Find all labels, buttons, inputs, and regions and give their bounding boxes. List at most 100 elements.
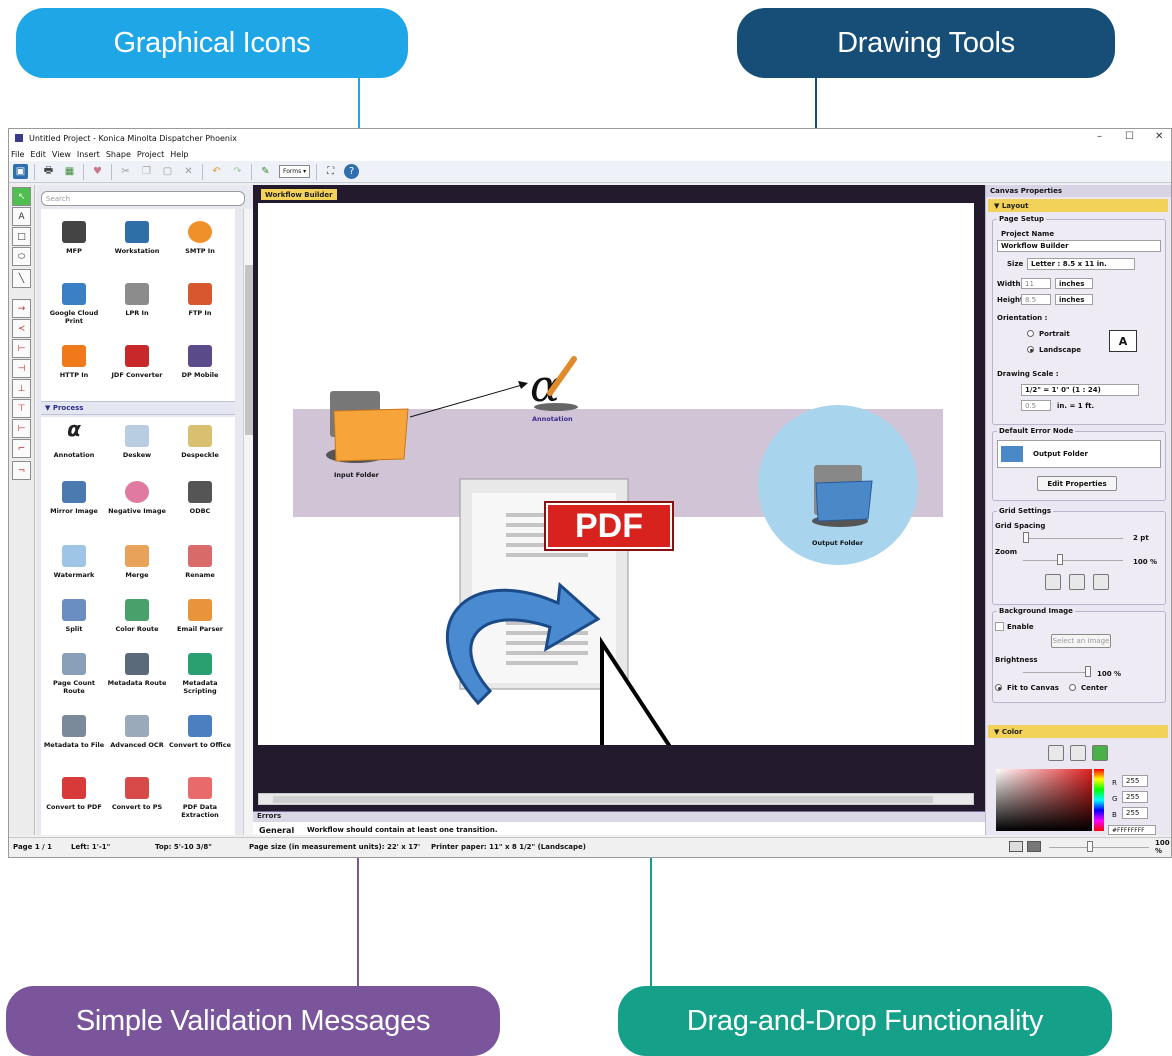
- export-icon[interactable]: ▦: [62, 164, 77, 179]
- line-color-icon[interactable]: [1070, 745, 1086, 761]
- elbow-connector-6-icon[interactable]: ⌐: [12, 439, 31, 458]
- maximize-button[interactable]: ☐: [1125, 131, 1134, 142]
- edit-form-icon[interactable]: ✎: [258, 164, 273, 179]
- error-row[interactable]: General Workflow should contain at least…: [253, 824, 985, 836]
- menu-help[interactable]: Help: [170, 150, 188, 159]
- canvas-horizontal-scrollbar[interactable]: [258, 793, 974, 805]
- size-select[interactable]: Letter : 8.5 x 11 in.: [1027, 258, 1135, 270]
- undo-icon[interactable]: ↶: [209, 164, 224, 179]
- color-picker[interactable]: [996, 769, 1092, 831]
- workflow-page[interactable]: α PDF Input Folder Annotation Output Fol…: [258, 203, 974, 745]
- show-grid-icon[interactable]: [1045, 574, 1061, 590]
- snap-grid-icon[interactable]: [1069, 574, 1085, 590]
- node-google-cloud-print[interactable]: Google Cloud Print: [43, 283, 105, 325]
- fit-screen-icon[interactable]: ⛶: [323, 164, 338, 179]
- menu-insert[interactable]: Insert: [77, 150, 100, 159]
- enable-checkbox[interactable]: [995, 622, 1004, 631]
- g-input[interactable]: 255: [1122, 791, 1148, 803]
- text-tool-icon[interactable]: A: [12, 207, 31, 226]
- palette-scroll-thumb[interactable]: [245, 265, 253, 435]
- hue-slider[interactable]: [1094, 769, 1104, 831]
- node-despeckle[interactable]: Despeckle: [169, 425, 231, 459]
- delete-icon[interactable]: ✕: [181, 164, 196, 179]
- arrow-tool-icon[interactable]: →: [12, 299, 31, 318]
- brightness-slider[interactable]: [1085, 666, 1091, 677]
- node-dp-mobile[interactable]: DP Mobile: [169, 345, 231, 379]
- close-button[interactable]: ✕: [1155, 131, 1163, 142]
- fit-to-canvas-radio[interactable]: [995, 684, 1002, 691]
- tab-workflow-builder[interactable]: Workflow Builder: [261, 189, 337, 200]
- node-workstation[interactable]: Workstation: [106, 221, 168, 255]
- select-image-button[interactable]: Select an Image: [1051, 634, 1111, 648]
- node-metadata-route[interactable]: Metadata Route: [106, 653, 168, 687]
- menu-view[interactable]: View: [52, 150, 71, 159]
- canvas-scroll-thumb[interactable]: [273, 796, 933, 803]
- node-odbc[interactable]: ODBC: [169, 481, 231, 515]
- node-mirror-image[interactable]: Mirror Image: [43, 481, 105, 515]
- node-http-in[interactable]: HTTP In: [43, 345, 105, 379]
- hex-color-input[interactable]: #FFFFFFFF: [1108, 825, 1156, 835]
- elbow-connector-icon[interactable]: ⊢: [12, 339, 31, 358]
- menu-shape[interactable]: Shape: [106, 150, 131, 159]
- project-name-input[interactable]: Workflow Builder: [997, 240, 1161, 252]
- menu-file[interactable]: File: [11, 150, 24, 159]
- node-merge[interactable]: Merge: [106, 545, 168, 579]
- node-smtp-in[interactable]: SMTP In: [169, 221, 231, 255]
- node-convert-to-ps[interactable]: Convert to PS: [106, 777, 168, 811]
- grid-view-icon[interactable]: [1009, 841, 1023, 852]
- elbow-connector-7-icon[interactable]: ¬: [12, 461, 31, 480]
- elbow-connector-3-icon[interactable]: ⊥: [12, 379, 31, 398]
- process-section-header[interactable]: ▼ Process: [41, 401, 235, 415]
- height-unit-select[interactable]: inches: [1055, 294, 1093, 305]
- ellipse-tool-icon[interactable]: ⬭: [12, 247, 31, 266]
- elbow-connector-4-icon[interactable]: ⊤: [12, 399, 31, 418]
- b-input[interactable]: 255: [1122, 807, 1148, 819]
- elbow-connector-5-icon[interactable]: ⊢: [12, 419, 31, 438]
- portrait-radio[interactable]: [1027, 330, 1034, 337]
- text-color-icon[interactable]: [1048, 745, 1064, 761]
- page-view-icon[interactable]: [1027, 841, 1041, 852]
- node-advanced-ocr[interactable]: Advanced OCR: [106, 715, 168, 749]
- node-metadata-to-file[interactable]: Metadata to File: [43, 715, 105, 749]
- menu-project[interactable]: Project: [137, 150, 164, 159]
- forms-dropdown[interactable]: Forms ▾: [279, 165, 311, 178]
- rectangle-tool-icon[interactable]: □: [12, 227, 31, 246]
- grid-spacing-slider[interactable]: [1023, 532, 1029, 543]
- copy-icon[interactable]: ❐: [139, 164, 154, 179]
- node-jdf-converter[interactable]: JDF Converter: [106, 345, 168, 379]
- status-zoom-slider[interactable]: [1087, 841, 1093, 852]
- node-split[interactable]: Split: [43, 599, 105, 633]
- connector-tool-icon[interactable]: ≺: [12, 319, 31, 338]
- drawing-scale-select[interactable]: 1/2" = 1' 0" (1 : 24): [1021, 384, 1139, 396]
- minimize-button[interactable]: –: [1097, 131, 1102, 142]
- node-email-parser[interactable]: Email Parser: [169, 599, 231, 633]
- scale-input[interactable]: 0.5: [1021, 400, 1051, 411]
- node-page-count-route[interactable]: Page Count Route: [43, 653, 105, 695]
- node-watermark[interactable]: Watermark: [43, 545, 105, 579]
- error-node-select[interactable]: Output Folder: [997, 440, 1161, 468]
- node-deskew[interactable]: Deskew: [106, 425, 168, 459]
- r-input[interactable]: 255: [1122, 775, 1148, 787]
- node-pdf-data-extraction[interactable]: PDF Data Extraction: [169, 777, 231, 819]
- landscape-radio[interactable]: [1027, 346, 1034, 353]
- paste-icon[interactable]: ▢: [160, 164, 175, 179]
- save-icon[interactable]: ▣: [13, 164, 28, 179]
- node-rename[interactable]: Rename: [169, 545, 231, 579]
- node-annotation[interactable]: α Annotation: [43, 419, 105, 459]
- grid-move-icon[interactable]: [1093, 574, 1109, 590]
- node-negative-image[interactable]: Negative Image: [106, 481, 168, 515]
- node-convert-to-office[interactable]: Convert to Office: [169, 715, 231, 749]
- node-color-route[interactable]: Color Route: [106, 599, 168, 633]
- heart-icon[interactable]: ♥: [90, 164, 105, 179]
- node-mfp[interactable]: MFP: [43, 221, 105, 255]
- node-lpr-in[interactable]: LPR In: [106, 283, 168, 317]
- width-unit-select[interactable]: inches: [1055, 278, 1093, 289]
- palette-scrollbar[interactable]: [243, 209, 253, 835]
- fill-color-icon[interactable]: [1092, 745, 1108, 761]
- node-metadata-scripting[interactable]: Metadata Scripting: [169, 653, 231, 695]
- edit-properties-button[interactable]: Edit Properties: [1037, 476, 1117, 491]
- select-tool-icon[interactable]: ↖: [12, 187, 31, 206]
- palette-search-input[interactable]: Search: [41, 191, 245, 206]
- color-section-header[interactable]: ▼ Color: [988, 725, 1168, 738]
- help-icon[interactable]: ?: [344, 164, 360, 179]
